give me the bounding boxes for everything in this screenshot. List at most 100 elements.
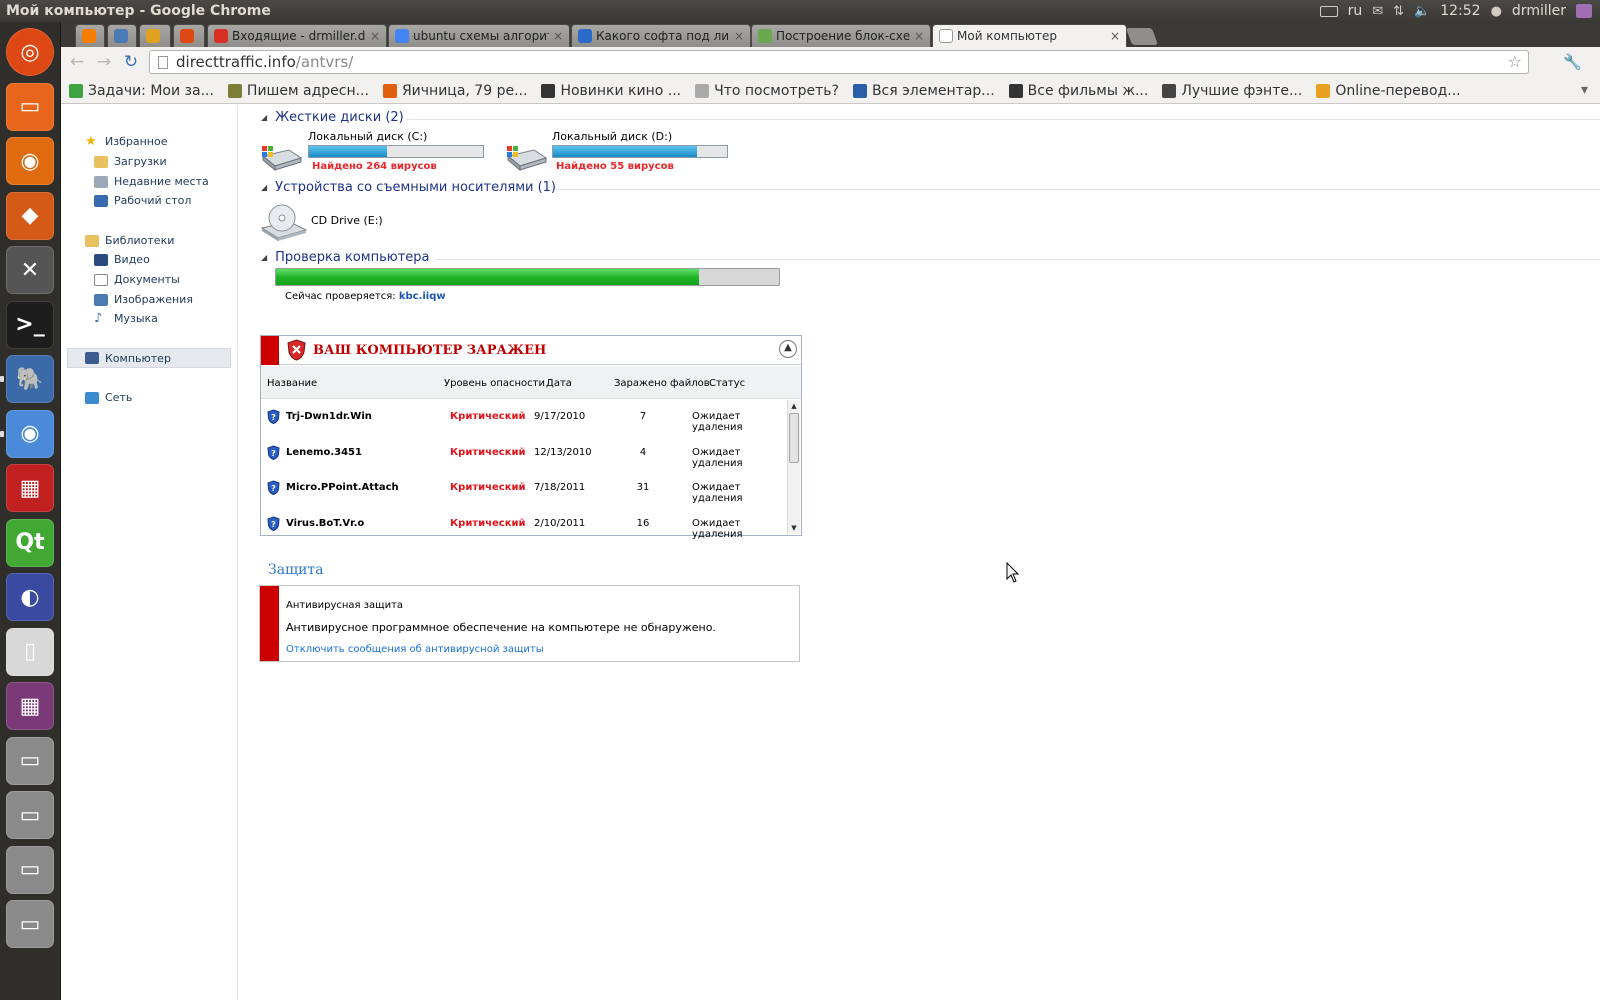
svg-text:?: ? bbox=[271, 484, 276, 493]
bookmark-item[interactable]: Online-перевод... bbox=[1316, 83, 1461, 99]
ubuntu-icon[interactable]: ◎ bbox=[6, 28, 54, 76]
collapse-button[interactable]: ▲ bbox=[779, 340, 797, 358]
address-bar[interactable]: directtraffic.info/antvrs/ ☆ bbox=[149, 50, 1529, 74]
clock[interactable]: 12:52 bbox=[1440, 3, 1480, 19]
nav-documents[interactable]: Документы bbox=[94, 273, 180, 286]
scroll-down-icon[interactable]: ▼ bbox=[788, 522, 800, 534]
drive-icon[interactable]: ▭ bbox=[6, 900, 54, 948]
chrome-icon[interactable]: ◉ bbox=[6, 409, 54, 458]
nav-music[interactable]: ♪ Музыка bbox=[94, 312, 158, 326]
windows-tiles-icon[interactable]: ▦ bbox=[6, 464, 54, 512]
bookmark-item[interactable]: Вся элементар... bbox=[852, 83, 995, 99]
back-icon[interactable]: ← bbox=[64, 52, 90, 72]
keyboard-icon[interactable] bbox=[1319, 5, 1338, 17]
bookmark-item[interactable]: Пишем адресн... bbox=[227, 83, 369, 99]
mail-icon[interactable]: ✉ bbox=[1372, 4, 1383, 19]
settings-icon[interactable]: ✕ bbox=[6, 246, 54, 294]
tab[interactable] bbox=[75, 24, 105, 47]
tab[interactable] bbox=[139, 24, 171, 47]
table-row[interactable]: ? Virus.BoT.Vr.o Критический 2/10/2011 16 Ожи… bbox=[261, 507, 787, 542]
nav-images[interactable]: Изображения bbox=[94, 293, 193, 306]
column-name[interactable]: Название bbox=[267, 378, 317, 389]
bookmark-item[interactable]: Лучшие фэнте... bbox=[1162, 83, 1302, 99]
section-scan[interactable]: ◢ Проверка компьютера bbox=[261, 250, 430, 265]
scroll-up-icon[interactable]: ▲ bbox=[788, 400, 800, 412]
tab[interactable]: Какого софта под лин × bbox=[571, 24, 751, 47]
scrollbar[interactable]: ▲ ▼ bbox=[787, 400, 800, 534]
tab[interactable]: Входящие - drmiller.de × bbox=[207, 24, 387, 47]
bookmark-star-icon[interactable]: ☆ bbox=[1508, 52, 1522, 71]
tab[interactable] bbox=[173, 24, 205, 47]
scroll-thumb[interactable] bbox=[789, 413, 799, 463]
section-removable[interactable]: ◢ Устройства со съемными носителями (1) bbox=[261, 180, 556, 195]
collapse-triangle-icon[interactable]: ◢ bbox=[261, 183, 267, 192]
keyboard-layout[interactable]: ru bbox=[1348, 3, 1363, 19]
cd-drive-label[interactable]: CD Drive (E:) bbox=[311, 214, 383, 227]
drive-icon[interactable]: ▭ bbox=[6, 845, 54, 894]
workspace-icon[interactable]: ▦ bbox=[6, 682, 54, 730]
nav-recent[interactable]: Недавние места bbox=[94, 175, 209, 188]
close-icon[interactable]: × bbox=[914, 29, 924, 43]
software-center-icon[interactable]: ◆ bbox=[6, 191, 54, 240]
table-row[interactable]: ? Trj-Dwn1dr.Win Критический 9/17/2010 7 Ожид… bbox=[261, 400, 787, 435]
forward-icon[interactable]: → bbox=[91, 52, 117, 72]
text-editor-icon[interactable]: ▯ bbox=[6, 627, 54, 676]
terminal-icon[interactable]: >_ bbox=[6, 300, 54, 349]
chevron-down-icon[interactable]: ▾ bbox=[1581, 82, 1588, 98]
new-tab-button[interactable] bbox=[1125, 28, 1159, 45]
column-date[interactable]: Дата bbox=[546, 378, 572, 389]
tab[interactable]: Мой компьютер × bbox=[932, 24, 1127, 47]
eclipse-icon[interactable]: ◐ bbox=[6, 573, 54, 621]
firefox-icon[interactable]: ◉ bbox=[6, 137, 54, 185]
reload-icon[interactable]: ↻ bbox=[118, 52, 144, 72]
volume-icon[interactable]: 🔈 bbox=[1414, 4, 1430, 19]
collapse-triangle-icon[interactable]: ◢ bbox=[261, 253, 267, 262]
wrench-icon[interactable]: 🔧 bbox=[1563, 53, 1582, 71]
bookmark-item[interactable]: Яичница, 79 ре... bbox=[382, 83, 527, 99]
tab[interactable] bbox=[107, 24, 137, 47]
drive-d[interactable]: Локальный диск (D:) Найдено 55 вирусов bbox=[552, 130, 728, 172]
nav-downloads[interactable]: Загрузки bbox=[94, 155, 167, 168]
close-icon[interactable]: × bbox=[370, 29, 380, 43]
collapse-triangle-icon[interactable]: ◢ bbox=[261, 113, 267, 122]
section-hard-disks[interactable]: ◢ Жесткие диски (2) bbox=[261, 110, 404, 125]
session-icon[interactable] bbox=[1576, 4, 1592, 18]
close-icon[interactable]: × bbox=[1110, 29, 1120, 43]
nav-network[interactable]: Сеть bbox=[85, 391, 132, 404]
bookmark-label: Лучшие фэнте... bbox=[1181, 82, 1303, 99]
bookmark-item[interactable]: Задачи: Мои за... bbox=[69, 83, 214, 99]
disable-messages-link[interactable]: Отключить сообщения об антивирусной защи… bbox=[286, 644, 544, 655]
qt-icon[interactable]: Qt bbox=[6, 518, 54, 567]
cell-date: 12/13/2010 bbox=[534, 447, 592, 458]
close-icon[interactable]: × bbox=[553, 29, 563, 43]
bookmark-item[interactable]: Что посмотреть? bbox=[695, 83, 839, 99]
protection-heading: Антивирусная защита bbox=[286, 600, 404, 611]
mouse-cursor-icon bbox=[1006, 562, 1020, 583]
alert-bar bbox=[260, 586, 279, 661]
tab[interactable]: ubuntu схемы алгорит × bbox=[388, 24, 570, 47]
nav-video[interactable]: Видео bbox=[94, 253, 150, 266]
tab[interactable]: Построение блок-схем × bbox=[751, 24, 931, 47]
network-icon[interactable]: ⇅ bbox=[1393, 4, 1404, 19]
drive-icon[interactable]: ▭ bbox=[6, 736, 54, 785]
nav-favorites[interactable]: ★ Избранное bbox=[85, 135, 167, 149]
files-icon[interactable]: ▭ bbox=[6, 82, 54, 131]
table-row[interactable]: ? Micro.PPoint.Attach Критический 7/18/2011… bbox=[261, 471, 787, 506]
bookmark-item[interactable]: Новинки кино ... bbox=[541, 83, 681, 99]
nav-libraries[interactable]: Библиотеки bbox=[85, 234, 174, 247]
nav-computer[interactable]: Компьютер bbox=[67, 348, 231, 368]
close-icon[interactable]: × bbox=[734, 29, 744, 43]
column-status[interactable]: Статус bbox=[709, 378, 745, 389]
protection-message: Антивирусное программное обеспечение на … bbox=[286, 621, 716, 634]
postgresql-icon[interactable]: 🐘 bbox=[6, 355, 54, 403]
bookmark-icon bbox=[541, 83, 556, 98]
user-name[interactable]: drmiller bbox=[1512, 3, 1566, 19]
column-level[interactable]: Уровень опасности bbox=[444, 378, 545, 389]
drive-c[interactable]: Локальный диск (C:) Найдено 264 вирусов bbox=[308, 130, 484, 172]
drive-icon[interactable]: ▭ bbox=[6, 791, 54, 839]
user-icon[interactable]: ● bbox=[1491, 4, 1502, 19]
bookmark-item[interactable]: Все фильмы ж... bbox=[1008, 83, 1148, 99]
column-files[interactable]: Заражено файлов bbox=[614, 378, 710, 389]
table-row[interactable]: ? Lenemo.3451 Критический 12/13/2010 4 Ожидае… bbox=[261, 436, 787, 471]
nav-desktop[interactable]: Рабочий стол bbox=[94, 194, 191, 207]
